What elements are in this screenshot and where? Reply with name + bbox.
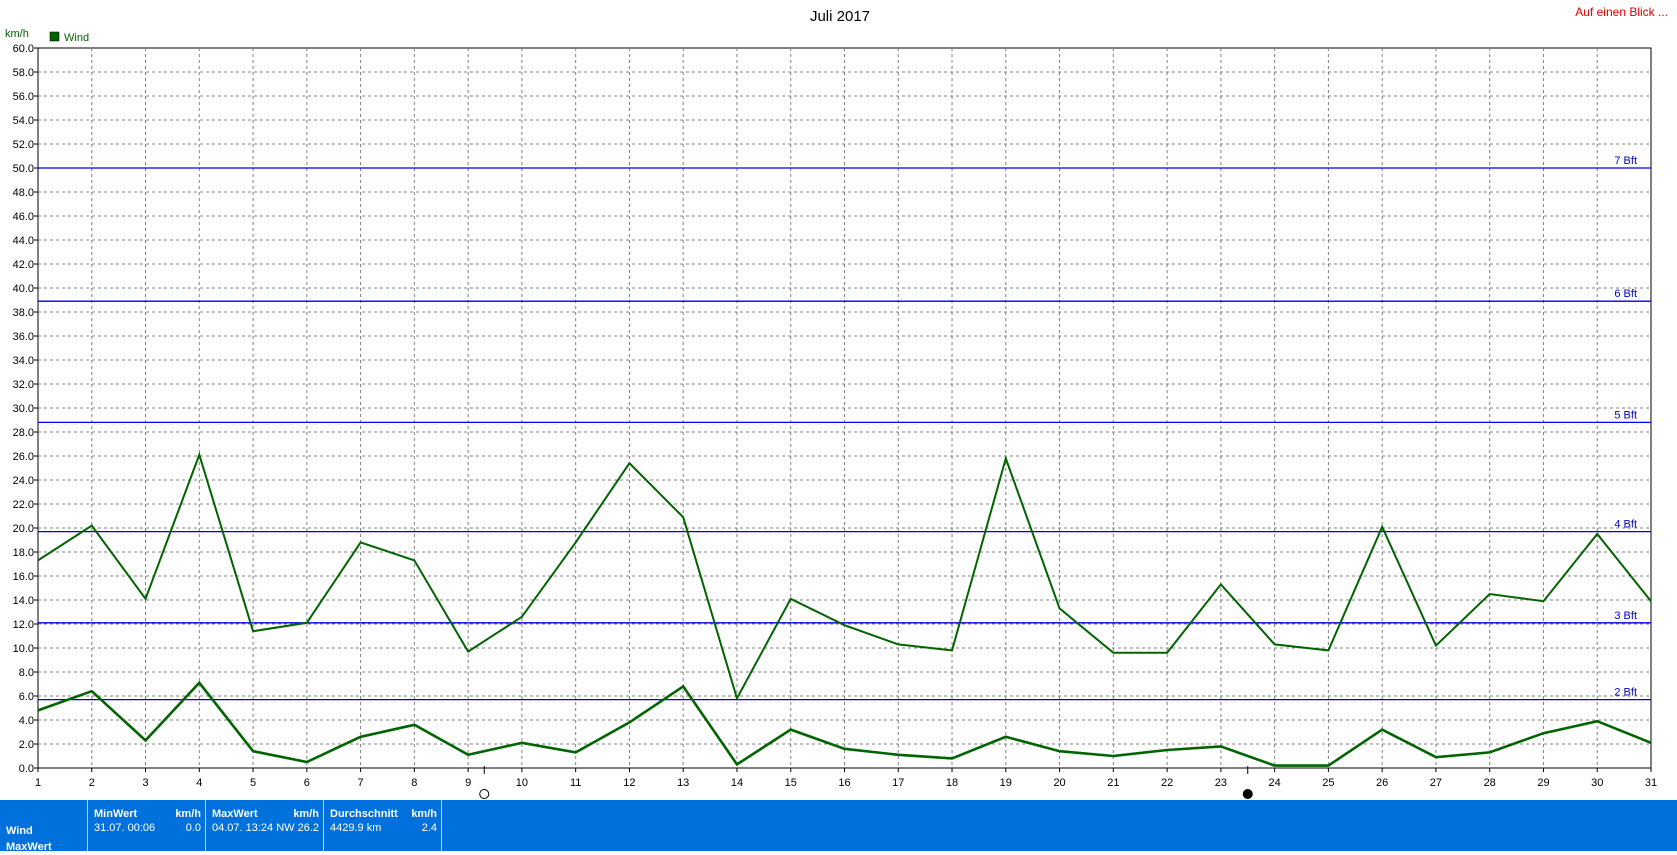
- y-tick-label: 20.0: [13, 523, 34, 535]
- beaufort-label: 2 Bft: [1614, 687, 1637, 699]
- avg-unit: km/h: [411, 808, 437, 820]
- y-tick-label: 18.0: [13, 547, 34, 559]
- x-tick-label: 8: [411, 777, 417, 789]
- at-a-glance-link[interactable]: Auf einen Blick ...: [1575, 5, 1668, 19]
- x-tick-label: 29: [1537, 777, 1549, 789]
- x-tick-label: 17: [892, 777, 904, 789]
- x-tick-label: 22: [1161, 777, 1173, 789]
- chart-title: Juli 2017: [810, 8, 870, 25]
- x-tick-label: 2: [89, 777, 95, 789]
- min-unit: km/h: [175, 808, 201, 820]
- new-moon-icon: [1242, 789, 1253, 799]
- x-tick-label: 4: [196, 777, 202, 789]
- beaufort-label: 3 Bft: [1614, 610, 1637, 622]
- beaufort-label: 6 Bft: [1614, 288, 1637, 300]
- stats-row-label-wind: Wind: [6, 825, 33, 837]
- x-tick-label: 11: [570, 777, 581, 789]
- x-tick-label: 25: [1322, 777, 1334, 789]
- y-tick-label: 12.0: [13, 619, 34, 631]
- avg-header: Durchschnitt: [330, 808, 398, 820]
- y-tick-label: 36.0: [13, 331, 34, 343]
- y-tick-label: 2.0: [19, 739, 34, 751]
- x-tick-label: 23: [1215, 777, 1227, 789]
- stats-avg-cell: Durchschnitt km/h 4429.9 km 2.4: [324, 800, 442, 851]
- y-tick-label: 40.0: [13, 283, 34, 295]
- wind-chart: 2 Bft 3 Bft 4 Bft 5 Bft 6 Bft 7 Bft 0.0 2.0 4.0…: [5, 5, 1668, 799]
- y-tick-label: 52.0: [13, 139, 34, 151]
- beaufort-label: 4 Bft: [1614, 519, 1637, 531]
- max-header: MaxWert: [212, 808, 258, 820]
- y-tick-label: 60.0: [13, 43, 34, 55]
- max-direction: NW: [276, 822, 295, 834]
- y-tick-label: 16.0: [13, 571, 34, 583]
- x-tick-label: 26: [1376, 777, 1388, 789]
- y-tick-label: 24.0: [13, 475, 34, 487]
- avg-total-distance: 4429.9 km: [330, 822, 382, 834]
- x-tick-label: 7: [358, 777, 364, 789]
- stats-max-cell: MaxWert km/h 04.07. 13:24 NW 26.2: [206, 800, 324, 851]
- beaufort-label: 7 Bft: [1614, 155, 1637, 167]
- y-tick-label: 14.0: [13, 595, 34, 607]
- min-header: MinWert: [94, 808, 138, 820]
- x-tick-label: 19: [1000, 777, 1012, 789]
- x-tick-label: 15: [785, 777, 797, 789]
- y-tick-label: 42.0: [13, 259, 34, 271]
- y-tick-label: 54.0: [13, 115, 34, 127]
- y-tick-label: 56.0: [13, 91, 34, 103]
- y-tick-label: 28.0: [13, 427, 34, 439]
- x-tick-label: 31: [1645, 777, 1657, 789]
- x-tick-label: 18: [946, 777, 958, 789]
- legend-swatch-wind: [49, 31, 60, 42]
- max-unit: km/h: [293, 808, 319, 820]
- stats-row-label-maxwert: MaxWert: [6, 841, 52, 853]
- x-tick-label: 27: [1430, 777, 1442, 789]
- y-tick-label: 6.0: [19, 691, 34, 703]
- chart-grid: [37, 47, 1652, 769]
- x-tick-label: 3: [142, 777, 148, 789]
- beaufort-label: 5 Bft: [1614, 409, 1637, 421]
- y-tick-label: 22.0: [13, 499, 34, 511]
- y-tick-label: 58.0: [13, 67, 34, 79]
- y-tick-label: 26.0: [13, 451, 34, 463]
- x-tick-label: 13: [677, 777, 689, 789]
- y-tick-label: 46.0: [13, 211, 34, 223]
- x-tick-label: 30: [1591, 777, 1603, 789]
- x-tick-label: 24: [1269, 777, 1281, 789]
- y-tick-label: 0.0: [19, 763, 34, 775]
- x-tick-label: 1: [35, 777, 41, 789]
- min-timestamp: 31.07. 00:06: [94, 822, 156, 834]
- x-tick-label: 12: [623, 777, 635, 789]
- stats-panel: Wind MaxWert MinWert km/h 31.07. 00:06 0.0…: [0, 800, 1677, 853]
- y-tick-label: 10.0: [13, 643, 34, 655]
- y-tick-label: 30.0: [13, 403, 34, 415]
- stats-min-cell: MinWert km/h 31.07. 00:06 0.0: [88, 800, 206, 851]
- y-tick-label: 8.0: [19, 667, 34, 679]
- x-tick-label: 14: [731, 777, 743, 789]
- max-value: 26.2: [297, 822, 319, 834]
- x-tick-label: 20: [1053, 777, 1065, 789]
- min-value: 0.0: [185, 822, 201, 834]
- y-tick-label: 38.0: [13, 307, 34, 319]
- x-tick-label: 16: [838, 777, 850, 789]
- legend-label-wind: Wind: [64, 32, 89, 44]
- x-tick-label: 5: [250, 777, 256, 789]
- stats-row-labels: Wind MaxWert: [0, 800, 88, 853]
- y-tick-label: 50.0: [13, 163, 34, 175]
- y-tick-label: 4.0: [19, 715, 34, 727]
- x-tick-label: 28: [1484, 777, 1496, 789]
- max-timestamp: 04.07. 13:24: [212, 822, 274, 834]
- y-tick-label: 48.0: [13, 187, 34, 199]
- x-tick-label: 6: [304, 777, 310, 789]
- x-tick-label: 10: [516, 777, 528, 789]
- avg-value: 2.4: [421, 822, 437, 834]
- y-tick-label: 32.0: [13, 379, 34, 391]
- x-tick-label: 9: [465, 777, 471, 789]
- y-axis-unit: km/h: [5, 28, 29, 40]
- full-moon-icon: [479, 789, 490, 799]
- y-tick-label: 44.0: [13, 235, 34, 247]
- y-tick-label: 34.0: [13, 355, 34, 367]
- x-tick-label: 21: [1107, 777, 1119, 789]
